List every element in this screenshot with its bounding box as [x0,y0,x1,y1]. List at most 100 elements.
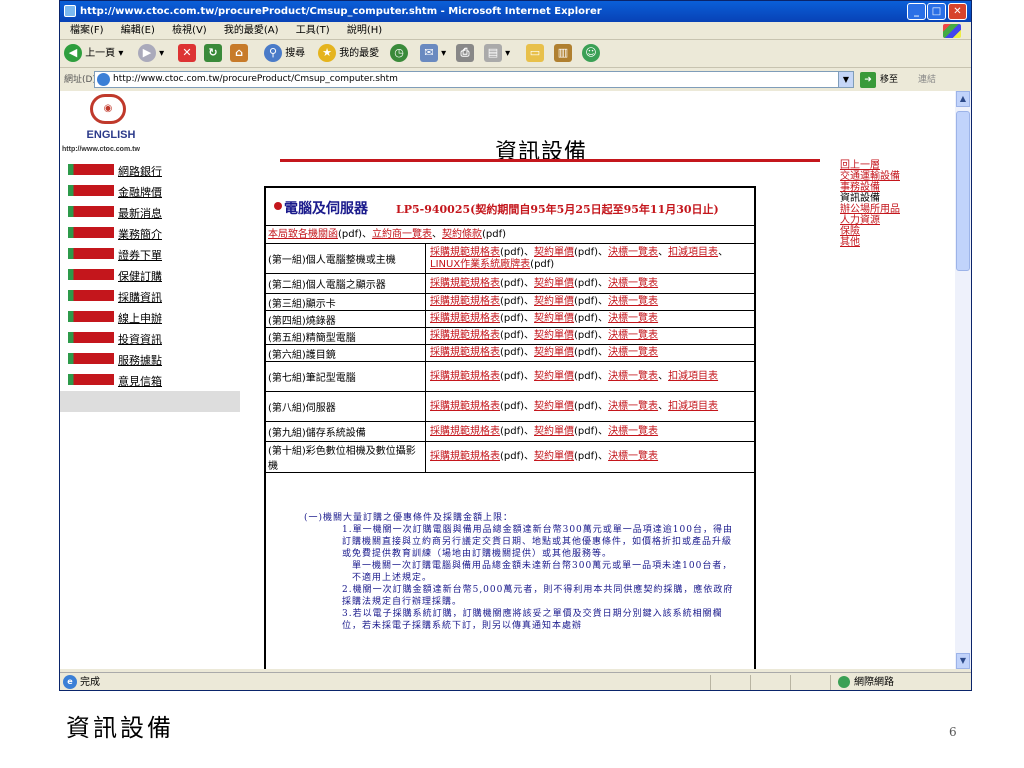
refresh-icon: ↻ [204,44,222,62]
table-title: 電腦及伺服器 [284,201,368,217]
sidebar-item-apply-online[interactable]: 線上申辦 [68,309,166,327]
group-name: (第十組)彩色數位相機及數位攝影機 [266,442,426,472]
doc-link[interactable]: 採購規範規格表 [430,296,500,307]
address-dropdown-icon[interactable]: ▼ [838,72,853,87]
back-button[interactable]: ◀ 上一頁 ▾ [64,44,123,64]
doc-link[interactable]: 契約單價 [534,313,574,324]
right-nav-hr[interactable]: 人力資源 [840,215,900,226]
doc-link[interactable]: 決標一覽表 [608,347,658,358]
messenger-button[interactable]: ☺ [582,44,600,64]
doc-link[interactable]: 決標一覽表 [608,296,658,307]
minimize-button[interactable]: _ [907,3,926,20]
sidebar-item-procurement[interactable]: 採購資訊 [68,288,166,306]
sidebar-item-feedback[interactable]: 意見信箱 [68,372,166,390]
group-name: (第八組)伺服器 [266,392,426,421]
menu-help[interactable]: 說明(H) [347,25,382,36]
doc-link[interactable]: 決標一覽表 [608,278,658,289]
links-button[interactable]: 連結 [918,69,936,91]
scroll-down-icon[interactable]: ▼ [956,653,970,669]
agency-letter-link[interactable]: 本局致各機關函 [268,229,338,240]
menu-edit[interactable]: 編輯(E) [121,25,155,36]
sidebar-item-online-banking[interactable]: 網路銀行 [68,162,166,180]
link-separator: (pdf)、 [500,425,535,437]
doc-link[interactable]: 採購規範規格表 [430,451,500,462]
right-nav-back[interactable]: 回上一層 [840,160,900,171]
doc-link[interactable]: 決標一覽表 [608,313,658,324]
sidebar-item-news[interactable]: 最新消息 [68,204,166,222]
right-nav-other[interactable]: 其他 [840,237,900,248]
sidebar-item-rates[interactable]: 金融牌價 [68,183,166,201]
sidebar-item-about[interactable]: 業務簡介 [68,225,166,243]
doc-link[interactable]: 契約單價 [534,247,574,258]
doc-link[interactable]: 採購規範規格表 [430,347,500,358]
stop-button[interactable]: ✕ [178,44,196,64]
scroll-up-icon[interactable]: ▲ [956,91,970,107]
doc-link[interactable]: 契約單價 [534,330,574,341]
menu-view[interactable]: 檢視(V) [172,25,207,36]
sidebar-item-investment[interactable]: 投資資訊 [68,330,166,348]
right-nav-transport[interactable]: 交通運輸設備 [840,171,900,182]
favorites-button[interactable]: ★ 我的最愛 [318,44,379,64]
mail-button[interactable]: ✉ ▾ [420,44,446,64]
print-button[interactable]: ⎙ [456,44,474,64]
folder-button[interactable]: ▭ [526,44,544,64]
doc-link[interactable]: 契約單價 [534,347,574,358]
doc-link[interactable]: 契約單價 [534,426,574,437]
doc-link[interactable]: 扣減項目表 [668,371,718,382]
go-arrow-icon[interactable]: ➜ [860,72,876,88]
history-button[interactable]: ◷ [390,44,408,64]
doc-link[interactable]: 採購規範規格表 [430,313,500,324]
doc-link[interactable]: 決標一覽表 [608,426,658,437]
doc-link[interactable]: 決標一覽表 [608,401,658,412]
maximize-button[interactable]: □ [927,3,946,20]
doc-link[interactable]: 採購規範規格表 [430,330,500,341]
messenger-icon: ☺ [582,44,600,62]
menu-file[interactable]: 檔案(F) [70,25,104,36]
doc-link[interactable]: 採購規範規格表 [430,247,500,258]
sidebar-item-health[interactable]: 保健訂購 [68,267,166,285]
doc-link[interactable]: 採購規範規格表 [430,278,500,289]
sidebar-item-securities[interactable]: 證券下單 [68,246,166,264]
doc-link[interactable]: 契約單價 [534,278,574,289]
doc-link[interactable]: 契約單價 [534,371,574,382]
contract-terms-link[interactable]: 契約條款 [442,229,482,240]
search-button[interactable]: ⚲ 搜尋 [264,44,305,64]
page-done-icon: e [63,675,77,689]
sidebar-item-locations[interactable]: 服務據點 [68,351,166,369]
doc-link[interactable]: 採購規範規格表 [430,371,500,382]
window-titlebar[interactable]: http://www.ctoc.com.tw/procureProduct/Cm… [60,1,971,22]
doc-link[interactable]: 契約單價 [534,401,574,412]
doc-link[interactable]: 契約單價 [534,451,574,462]
bank-logo[interactable]: ◉ [90,94,126,124]
refresh-button[interactable]: ↻ [204,44,222,64]
doc-link[interactable]: 決標一覽表 [608,451,658,462]
english-link[interactable]: ENGLISH [66,129,156,141]
doc-link[interactable]: 決標一覽表 [608,371,658,382]
menu-tools[interactable]: 工具(T) [296,25,330,36]
edit-button[interactable]: ▤ ▾ [484,44,510,64]
home-button[interactable]: ⌂ [230,44,248,64]
vendor-list-link[interactable]: 立約商一覽表 [372,229,432,240]
procurement-table: 電腦及伺服器 LP5-940025(契約期間自95年5月25日起至95年11月3… [264,186,756,669]
forward-button[interactable]: ▶ ▾ [138,44,164,64]
status-bar: e 完成 網際網路 [60,672,971,690]
doc-link[interactable]: 決標一覽表 [608,247,658,258]
doc-link[interactable]: 採購規範規格表 [430,401,500,412]
right-nav-office-equipment[interactable]: 事務設備 [840,182,900,193]
doc-link[interactable]: 契約單價 [534,296,574,307]
doc-link[interactable]: 扣減項目表 [668,247,718,258]
scroll-thumb[interactable] [956,111,970,271]
vertical-scrollbar[interactable]: ▲ ▼ [955,91,971,669]
menu-favorites[interactable]: 我的最愛(A) [224,25,279,36]
browser-window: http://www.ctoc.com.tw/procureProduct/Cm… [59,0,972,691]
right-nav-insurance[interactable]: 保險 [840,226,900,237]
research-button[interactable]: ▥ [554,44,572,64]
doc-link[interactable]: LINUX作業系統廠牌表 [430,259,530,270]
address-input[interactable]: http://www.ctoc.com.tw/procureProduct/Cm… [94,71,854,88]
close-button[interactable]: ✕ [948,3,967,20]
doc-link[interactable]: 採購規範規格表 [430,426,500,437]
doc-link[interactable]: 扣減項目表 [668,401,718,412]
go-button[interactable]: 移至 [880,69,898,91]
right-nav-office-supplies[interactable]: 辦公場所用品 [840,204,900,215]
doc-link[interactable]: 決標一覽表 [608,330,658,341]
